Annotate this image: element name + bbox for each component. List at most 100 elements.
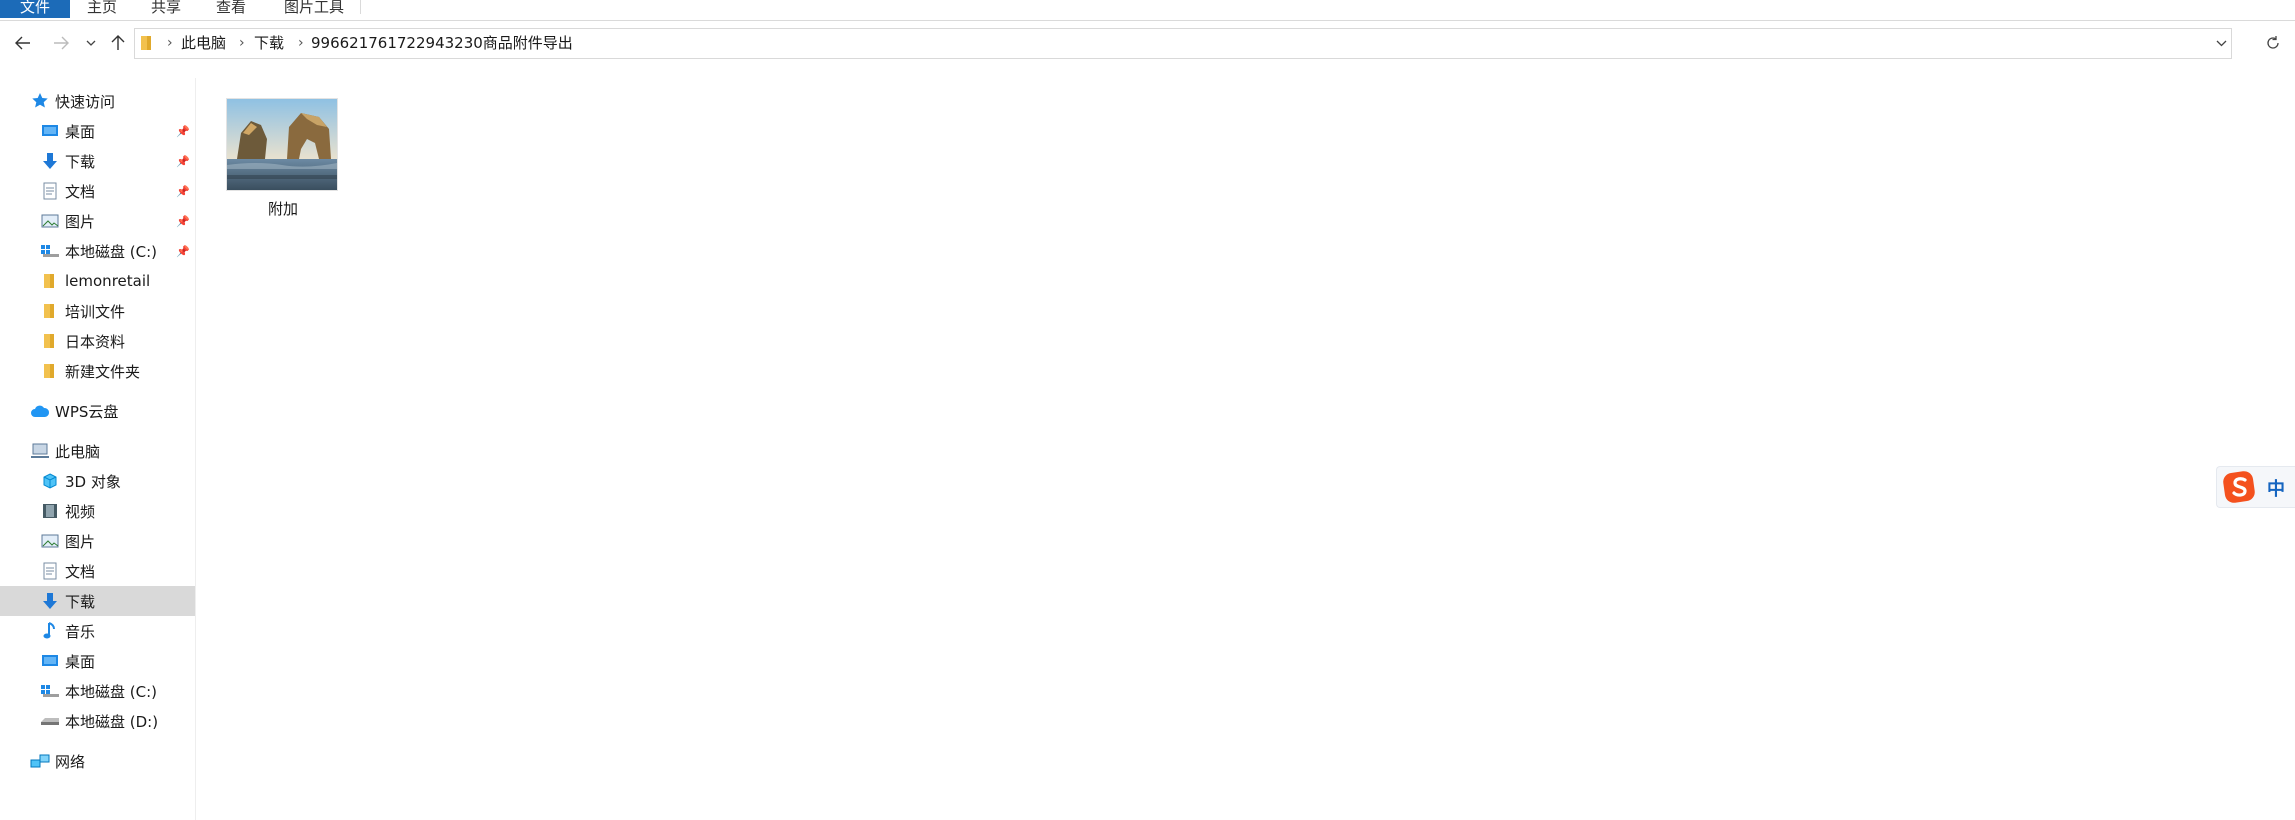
nav-item-videos[interactable]: 视频 [0,496,195,526]
back-arrow-icon [15,36,30,50]
file-name: 附加 [267,200,298,218]
nav-item-japan-materials[interactable]: 日本资料 [0,326,195,356]
tab-picture-tools[interactable]: 图片工具 [281,0,347,18]
tab-home[interactable]: 主页 [84,0,120,18]
recent-locations-button[interactable] [78,28,104,58]
pin-icon[interactable]: 📌 [176,215,190,228]
document-icon [40,181,60,201]
back-button[interactable] [8,28,38,58]
breadcrumb-separator: › [167,35,173,51]
nav-item-3d-objects[interactable]: 3D 对象 [0,466,195,496]
nav-item-local-disk-d[interactable]: 本地磁盘 (D:) [0,706,195,736]
folder-icon [40,301,60,321]
nav-item-new-folder[interactable]: 新建文件夹 [0,356,195,386]
folder-icon [40,331,60,351]
landscape-image-icon [227,99,337,190]
folder-icon [40,271,60,291]
forward-arrow-icon [54,36,69,50]
music-note-icon [40,621,60,641]
breadcrumb-separator: › [298,35,304,51]
nav-label: lemonretail [65,272,151,290]
breadcrumb-downloads[interactable]: 下载 [254,29,284,58]
up-button[interactable] [103,28,133,58]
refresh-icon [2267,36,2279,49]
nav-wps-cloud[interactable]: WPS云盘 [0,396,195,426]
nav-item-documents[interactable]: 文档 📌 [0,176,195,206]
tab-file[interactable]: 文件 [0,0,70,18]
nav-item-downloads[interactable]: 下载 📌 [0,146,195,176]
download-icon [40,591,60,611]
nav-label: 下载 [65,152,96,171]
nav-item-desktop-pc[interactable]: 桌面 [0,646,195,676]
nav-item-training-files[interactable]: 培训文件 [0,296,195,326]
tab-share[interactable]: 共享 [148,0,184,18]
nav-label: 本地磁盘 (C:) [65,242,157,261]
cube-icon [40,471,60,491]
nav-label: 此电脑 [55,442,101,461]
document-icon [40,561,60,581]
nav-label: 下载 [65,592,96,611]
tab-view[interactable]: 查看 [213,0,249,18]
nav-label: WPS云盘 [55,402,119,421]
desktop-icon [40,651,60,671]
address-bar[interactable]: › 此电脑 › 下载 › 996621761722943230商品附件导出 [134,28,2232,59]
folder-icon [141,36,151,50]
nav-item-music[interactable]: 音乐 [0,616,195,646]
sogou-logo-icon [2223,471,2255,503]
forward-button[interactable] [46,28,76,58]
breadcrumb-current-folder[interactable]: 996621761722943230商品附件导出 [311,29,573,58]
address-dropdown-button[interactable] [2216,29,2227,58]
chevron-down-icon [2216,40,2227,47]
network-icon [30,751,50,771]
computer-icon [30,441,50,461]
video-icon [40,501,60,521]
nav-label: 视频 [65,502,96,521]
refresh-button[interactable] [2258,28,2288,58]
nav-label: 网络 [55,752,86,771]
picture-icon [40,531,60,551]
pin-icon[interactable]: 📌 [176,125,190,138]
pin-icon[interactable]: 📌 [176,155,190,168]
desktop-icon [40,121,60,141]
nav-item-local-disk-c-pc[interactable]: 本地磁盘 (C:) [0,676,195,706]
star-icon [30,91,50,111]
windows-drive-icon [40,681,60,701]
nav-this-pc[interactable]: 此电脑 [0,436,195,466]
breadcrumb-separator: › [239,35,245,51]
nav-label: 培训文件 [65,302,126,321]
nav-item-lemonretail[interactable]: lemonretail [0,266,195,296]
pin-icon[interactable]: 📌 [176,185,190,198]
picture-icon [40,211,60,231]
ime-mode-label: 中 [2267,479,2285,500]
nav-item-desktop[interactable]: 桌面 📌 [0,116,195,146]
windows-drive-icon [40,241,60,261]
nav-label: 文档 [65,562,96,581]
ribbon: 文件 主页 共享 查看 图片工具 [0,0,2295,21]
nav-item-pictures-pc[interactable]: 图片 [0,526,195,556]
nav-item-pictures[interactable]: 图片 📌 [0,206,195,236]
nav-item-local-disk-c[interactable]: 本地磁盘 (C:) 📌 [0,236,195,266]
image-thumbnail [226,98,338,191]
nav-label: 3D 对象 [65,472,121,491]
nav-label: 桌面 [65,652,96,671]
nav-item-downloads-pc[interactable]: 下载 [0,586,195,616]
nav-label: 本地磁盘 (D:) [65,712,159,731]
nav-label: 桌面 [65,122,96,141]
nav-label: 图片 [65,532,96,551]
pin-icon[interactable]: 📌 [176,245,190,258]
nav-label: 快速访问 [55,92,116,111]
nav-quick-access[interactable]: 快速访问 [0,86,195,116]
nav-label: 音乐 [65,622,96,641]
breadcrumb-this-pc[interactable]: 此电脑 [181,29,226,58]
nav-label: 文档 [65,182,96,201]
nav-item-documents-pc[interactable]: 文档 [0,556,195,586]
download-icon [40,151,60,171]
nav-label: 图片 [65,212,96,231]
ime-indicator[interactable]: 中 [2216,466,2295,508]
drive-icon [40,711,60,731]
chevron-down-icon [86,40,96,46]
nav-label: 本地磁盘 (C:) [65,682,157,701]
nav-network[interactable]: 网络 [0,746,195,776]
up-arrow-icon [111,35,125,50]
cloud-icon [30,401,50,421]
